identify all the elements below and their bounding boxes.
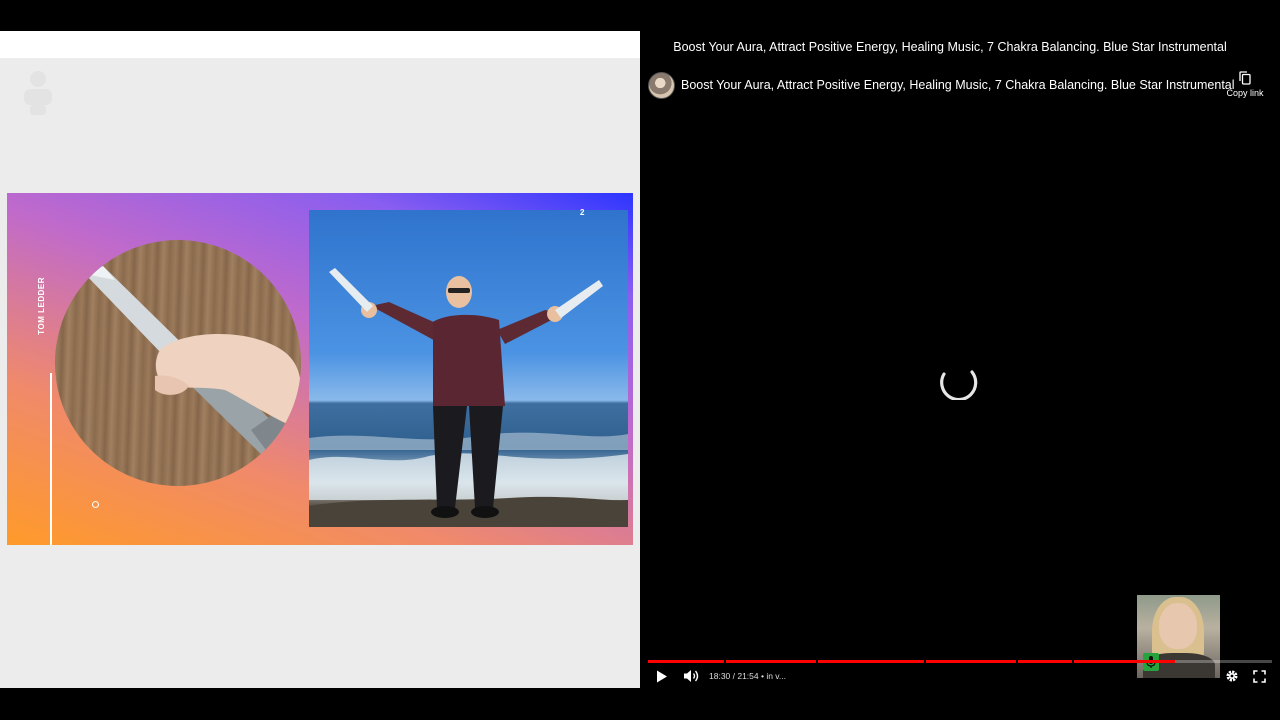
copy-link-button[interactable]: Copy link [1224,71,1266,105]
window-title: Boost Your Aura, Attract Positive Energy… [673,40,1227,54]
presentation-slide: TOM LEDDER 2 [7,193,633,545]
channel-avatar[interactable] [648,72,675,99]
player-controls: 18:30 / 21:54 • in v... [640,663,1280,688]
play-icon [657,670,667,682]
fullscreen-icon [1252,669,1266,683]
man-with-knives-photo [309,210,628,527]
copy-icon [1239,71,1251,85]
loading-spinner-icon [940,370,978,400]
slide-dot-icon [92,501,99,508]
presentation-top-bar [0,31,640,58]
slide-vertical-line [50,373,52,545]
presentation-pane: TOM LEDDER 2 [0,31,640,688]
video-title-link[interactable]: Boost Your Aura, Attract Positive Energy… [681,78,1235,92]
presenter-face [1159,603,1197,649]
fullscreen-button[interactable] [1251,667,1267,685]
settings-button[interactable] [1224,667,1240,685]
man-beach-illustration [309,268,628,527]
settings-icon [1226,670,1238,682]
slide-author-text: TOM LEDDER [37,277,46,335]
time-display: 18:30 / 21:54 • in v... [709,671,787,681]
knife-in-hand-photo [55,240,301,486]
logo-mark-icon [24,71,52,115]
volume-icon [683,670,698,682]
copy-link-label: Copy link [1226,88,1264,98]
slide-page-number: 2 [580,208,585,217]
knife-hand-illustration [85,266,301,462]
video-player[interactable]: Boost Your Aura, Attract Positive Energy… [640,31,1280,688]
volume-button[interactable] [682,667,700,685]
faint-logo-watermark [18,67,238,121]
play-button[interactable] [654,667,670,685]
